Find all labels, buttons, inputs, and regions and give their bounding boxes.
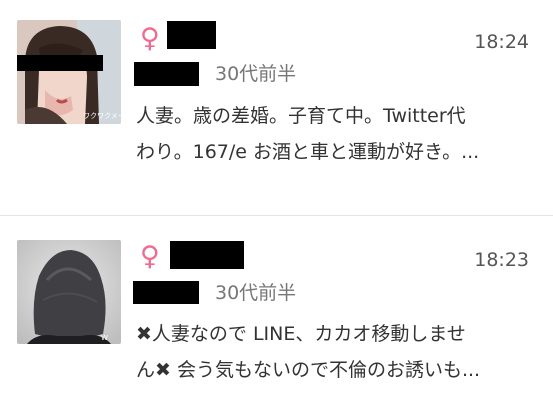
- avatar-photo: W: [17, 240, 121, 344]
- avatar[interactable]: W: [17, 240, 121, 344]
- username-redaction: [167, 21, 216, 49]
- message-preview-line-2: わり。167/e お酒と車と運動が好き。...: [136, 141, 480, 163]
- message-preview-line-2: ん✖ 会う気もないので不倫のお誘いも...: [136, 359, 481, 381]
- female-icon: ♀: [140, 23, 160, 54]
- username-redaction: [170, 241, 244, 269]
- age-label: 30代前半: [215, 282, 297, 304]
- message-list-item[interactable]: ワクワクメール ♀ 30代前半 18:24 人妻。歳の差婚。子育て中。Twitt…: [0, 0, 553, 196]
- avatar[interactable]: ワクワクメール: [17, 20, 121, 124]
- avatar-watermark: ワクワクメール: [83, 112, 121, 120]
- message-list: ワクワクメール ♀ 30代前半 18:24 人妻。歳の差婚。子育て中。Twitt…: [0, 0, 553, 412]
- divider: [0, 215, 553, 216]
- message-preview-line-1: 人妻。歳の差婚。子育て中。Twitter代: [136, 105, 466, 127]
- avatar-photo: ワクワクメール: [17, 20, 121, 124]
- location-redaction: [133, 281, 199, 304]
- timestamp: 18:24: [474, 31, 529, 53]
- location-redaction: [134, 62, 199, 86]
- timestamp: 18:23: [474, 249, 529, 271]
- female-icon: ♀: [140, 241, 160, 272]
- message-list-item[interactable]: W ♀ 30代前半 18:23 ✖人妻なので LINE、カカオ移動しませ ん✖ …: [0, 218, 553, 412]
- age-label: 30代前半: [215, 63, 297, 85]
- redaction-bar: [17, 55, 103, 71]
- avatar-watermark: W: [101, 334, 108, 342]
- message-preview-line-1: ✖人妻なので LINE、カカオ移動しませ: [136, 323, 466, 345]
